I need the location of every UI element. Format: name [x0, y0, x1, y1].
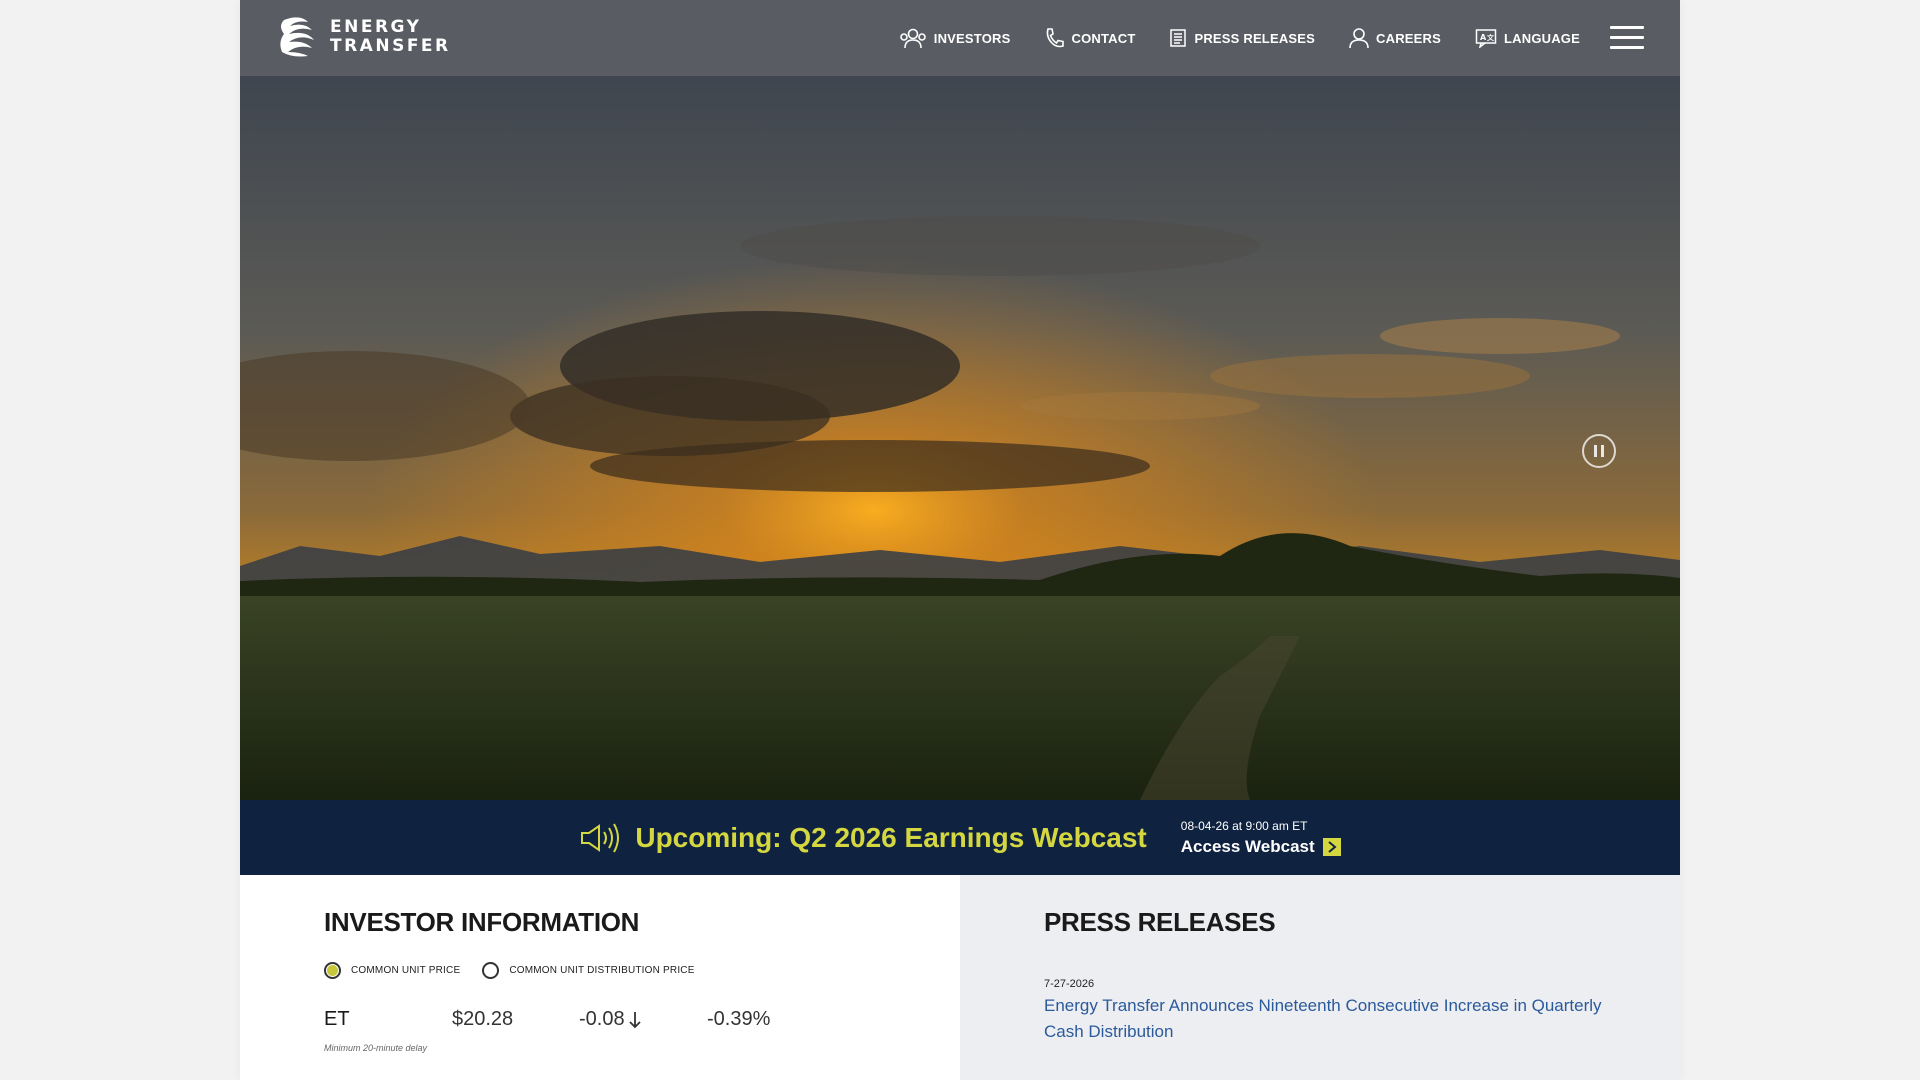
press-release-link[interactable]: Energy Transfer Announces Nineteenth Con…	[1044, 993, 1604, 1045]
nav-investors[interactable]: INVESTORS	[899, 27, 1011, 49]
nav-language[interactable]: A文 LANGUAGE	[1475, 28, 1580, 48]
nav-press-releases-label: PRESS RELEASES	[1194, 30, 1316, 46]
document-icon	[1170, 29, 1187, 47]
price-change: -0.08	[579, 1008, 642, 1031]
logo-mark-icon	[280, 17, 314, 57]
logo-line-2: TRANSFER	[330, 36, 451, 56]
unit-quote-row: ET $20.28 -0.08 -0.39%	[324, 1008, 884, 1038]
svg-text:A: A	[1480, 33, 1487, 42]
site-container: ENERGY TRANSFER INVESTORS CONTACT PRESS …	[240, 0, 1680, 1080]
megaphone-icon	[581, 823, 620, 852]
common-unit-distribution-price-radio[interactable]: COMMON UNIT DISTRIBUTION PRICE	[482, 962, 694, 979]
webcast-title-text: Upcoming: Q2 2026 Earnings Webcast	[635, 821, 1147, 853]
language-icon: A文	[1475, 29, 1497, 48]
price-type-selector: COMMON UNIT PRICE COMMON UNIT DISTRIBUTI…	[324, 962, 717, 979]
energy-transfer-logo[interactable]: ENERGY TRANSFER	[274, 12, 451, 62]
sunset-landscape-image	[240, 76, 1680, 800]
ticker-symbol: ET	[324, 1008, 350, 1030]
press-release-date: 7-27-2026	[1044, 978, 1095, 990]
webcast-title: Upcoming: Q2 2026 Earnings Webcast	[579, 821, 1147, 855]
svg-text:文: 文	[1487, 33, 1495, 42]
webcast-banner: Upcoming: Q2 2026 Earnings Webcast 08-04…	[240, 800, 1680, 875]
radio-selected-indicator	[324, 962, 341, 979]
investor-information-title: INVESTOR INFORMATION	[324, 907, 640, 937]
common-unit-price-radio[interactable]: COMMON UNIT PRICE	[324, 962, 460, 979]
webcast-date: 08-04-26 at 9:00 am ET	[1180, 818, 1308, 833]
top-nav: INVESTORS CONTACT PRESS RELEASES CAREERS	[865, 0, 1580, 76]
unit-price: $20.28	[452, 1008, 514, 1030]
hamburger-menu-icon[interactable]	[1610, 26, 1644, 50]
investor-information-panel: INVESTOR INFORMATION COMMON UNIT PRICE C…	[240, 875, 960, 1080]
nav-investors-label: INVESTORS	[933, 30, 1011, 46]
price-change-value: -0.08	[579, 1008, 625, 1030]
webcast-details: 08-04-26 at 9:00 am ET Access Webcast	[1181, 819, 1341, 857]
common-unit-price-label: COMMON UNIT PRICE	[351, 965, 461, 976]
nav-language-label: LANGUAGE	[1504, 30, 1580, 46]
delay-note: Minimum 20-minute delay	[324, 1043, 428, 1053]
nav-contact-label: CONTACT	[1071, 30, 1136, 46]
access-webcast-label: Access Webcast	[1180, 836, 1315, 856]
nav-careers[interactable]: CAREERS	[1349, 27, 1441, 49]
nav-contact[interactable]: CONTACT	[1044, 27, 1135, 49]
press-releases-title: PRESS RELEASES	[1044, 907, 1276, 937]
pause-icon[interactable]	[1582, 434, 1616, 468]
logo-wordmark: ENERGY TRANSFER	[330, 18, 451, 56]
logo-line-1: ENERGY	[330, 17, 422, 37]
price-change-percent: -0.39%	[707, 1008, 771, 1030]
phone-icon	[1047, 28, 1065, 48]
nav-press-releases[interactable]: PRESS RELEASES	[1169, 28, 1315, 48]
person-icon	[1349, 28, 1369, 49]
arrow-down-icon	[628, 1011, 641, 1028]
hero-background-video	[240, 76, 1680, 800]
radio-unselected-indicator	[482, 962, 500, 979]
press-releases-panel: PRESS RELEASES 7-27-2026 Energy Transfer…	[960, 875, 1680, 1080]
access-webcast-link[interactable]: Access Webcast	[1181, 837, 1341, 857]
chevron-right-icon	[1322, 837, 1341, 856]
nav-careers-label: CAREERS	[1376, 30, 1441, 46]
investors-icon	[899, 28, 926, 49]
site-header: ENERGY TRANSFER INVESTORS CONTACT PRESS …	[240, 0, 1680, 76]
common-unit-distribution-price-label: COMMON UNIT DISTRIBUTION PRICE	[509, 965, 695, 976]
